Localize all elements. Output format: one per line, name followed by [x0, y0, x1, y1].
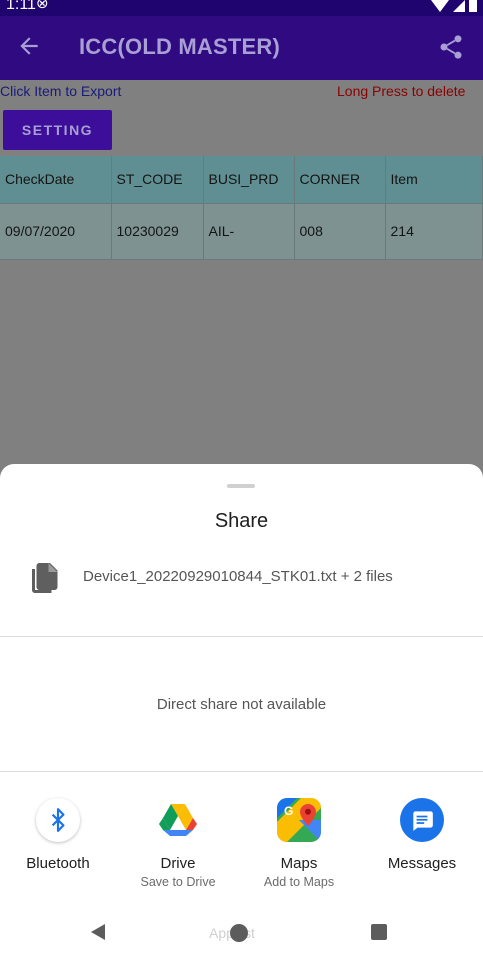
- table-cell: 214: [385, 203, 483, 260]
- wifi-icon: [431, 0, 449, 12]
- do-not-disturb-icon: ⊗: [36, 0, 49, 12]
- status-icons: [431, 0, 477, 12]
- signal-icon: [453, 0, 465, 12]
- arrow-left-icon[interactable]: [16, 33, 42, 59]
- setting-button[interactable]: SETTING: [3, 110, 112, 150]
- share-target-maps[interactable]: G Maps Add to Maps: [241, 798, 357, 898]
- google-maps-icon: G: [277, 798, 321, 842]
- share-target-label: Maps: [280, 855, 318, 872]
- share-target-sublabel: Add to Maps: [263, 875, 335, 889]
- column-header: BUSI_PRD: [203, 156, 295, 204]
- app-bar: ICC(OLD MASTER): [0, 16, 483, 80]
- nav-home-icon[interactable]: [230, 924, 248, 942]
- nav-back-icon[interactable]: [89, 923, 107, 941]
- share-target-label: Drive: [160, 855, 196, 872]
- column-header: CheckDate: [0, 156, 112, 204]
- drag-handle[interactable]: [227, 484, 255, 488]
- divider: [0, 771, 483, 772]
- file-copy-icon: [32, 563, 58, 593]
- share-icon[interactable]: [437, 32, 465, 62]
- delete-hint: Long Press to delete: [337, 83, 466, 99]
- bluetooth-icon: [36, 798, 80, 842]
- divider: [0, 636, 483, 637]
- column-header: Item: [385, 156, 483, 204]
- table-row[interactable]: 09/07/2020 10230029 AIL- 008 214: [0, 203, 483, 260]
- table-header-row: CheckDate ST_CODE BUSI_PRD CORNER Item: [0, 156, 483, 204]
- table-cell: 008: [294, 203, 386, 260]
- share-target-drive[interactable]: Drive Save to Drive: [120, 798, 236, 898]
- share-target-messages[interactable]: Messages: [364, 798, 480, 898]
- share-target-sublabel: Save to Drive: [140, 875, 216, 889]
- svg-text:G: G: [284, 804, 293, 818]
- status-bar: 1:11 ⊗: [0, 0, 483, 16]
- column-header: ST_CODE: [111, 156, 204, 204]
- export-hint: Click Item to Export: [0, 83, 122, 99]
- status-time: 1:11: [6, 0, 36, 13]
- messages-icon: [400, 798, 444, 842]
- share-target-label: Messages: [387, 855, 457, 872]
- table-cell: 10230029: [111, 203, 204, 260]
- battery-icon: [469, 0, 477, 12]
- navigation-bar: App list: [0, 912, 483, 958]
- page-title: ICC(OLD MASTER): [79, 34, 280, 59]
- share-target-label: Bluetooth: [26, 855, 90, 872]
- share-sheet: Share Device1_20220929010844_STK01.txt +…: [0, 464, 483, 963]
- share-sheet-title: Share: [214, 510, 269, 532]
- data-table: CheckDate ST_CODE BUSI_PRD CORNER Item 0…: [0, 156, 483, 260]
- direct-share-message: Direct share not available: [156, 696, 327, 713]
- share-target-bluetooth[interactable]: Bluetooth: [0, 798, 116, 898]
- table-cell: AIL-: [203, 203, 295, 260]
- column-header: CORNER: [294, 156, 386, 204]
- file-name: Device1_20220929010844_STK01.txt + 2 fil…: [83, 568, 393, 585]
- google-drive-icon: [156, 798, 200, 842]
- table-cell: 09/07/2020: [0, 203, 112, 260]
- nav-recents-icon[interactable]: [371, 924, 387, 940]
